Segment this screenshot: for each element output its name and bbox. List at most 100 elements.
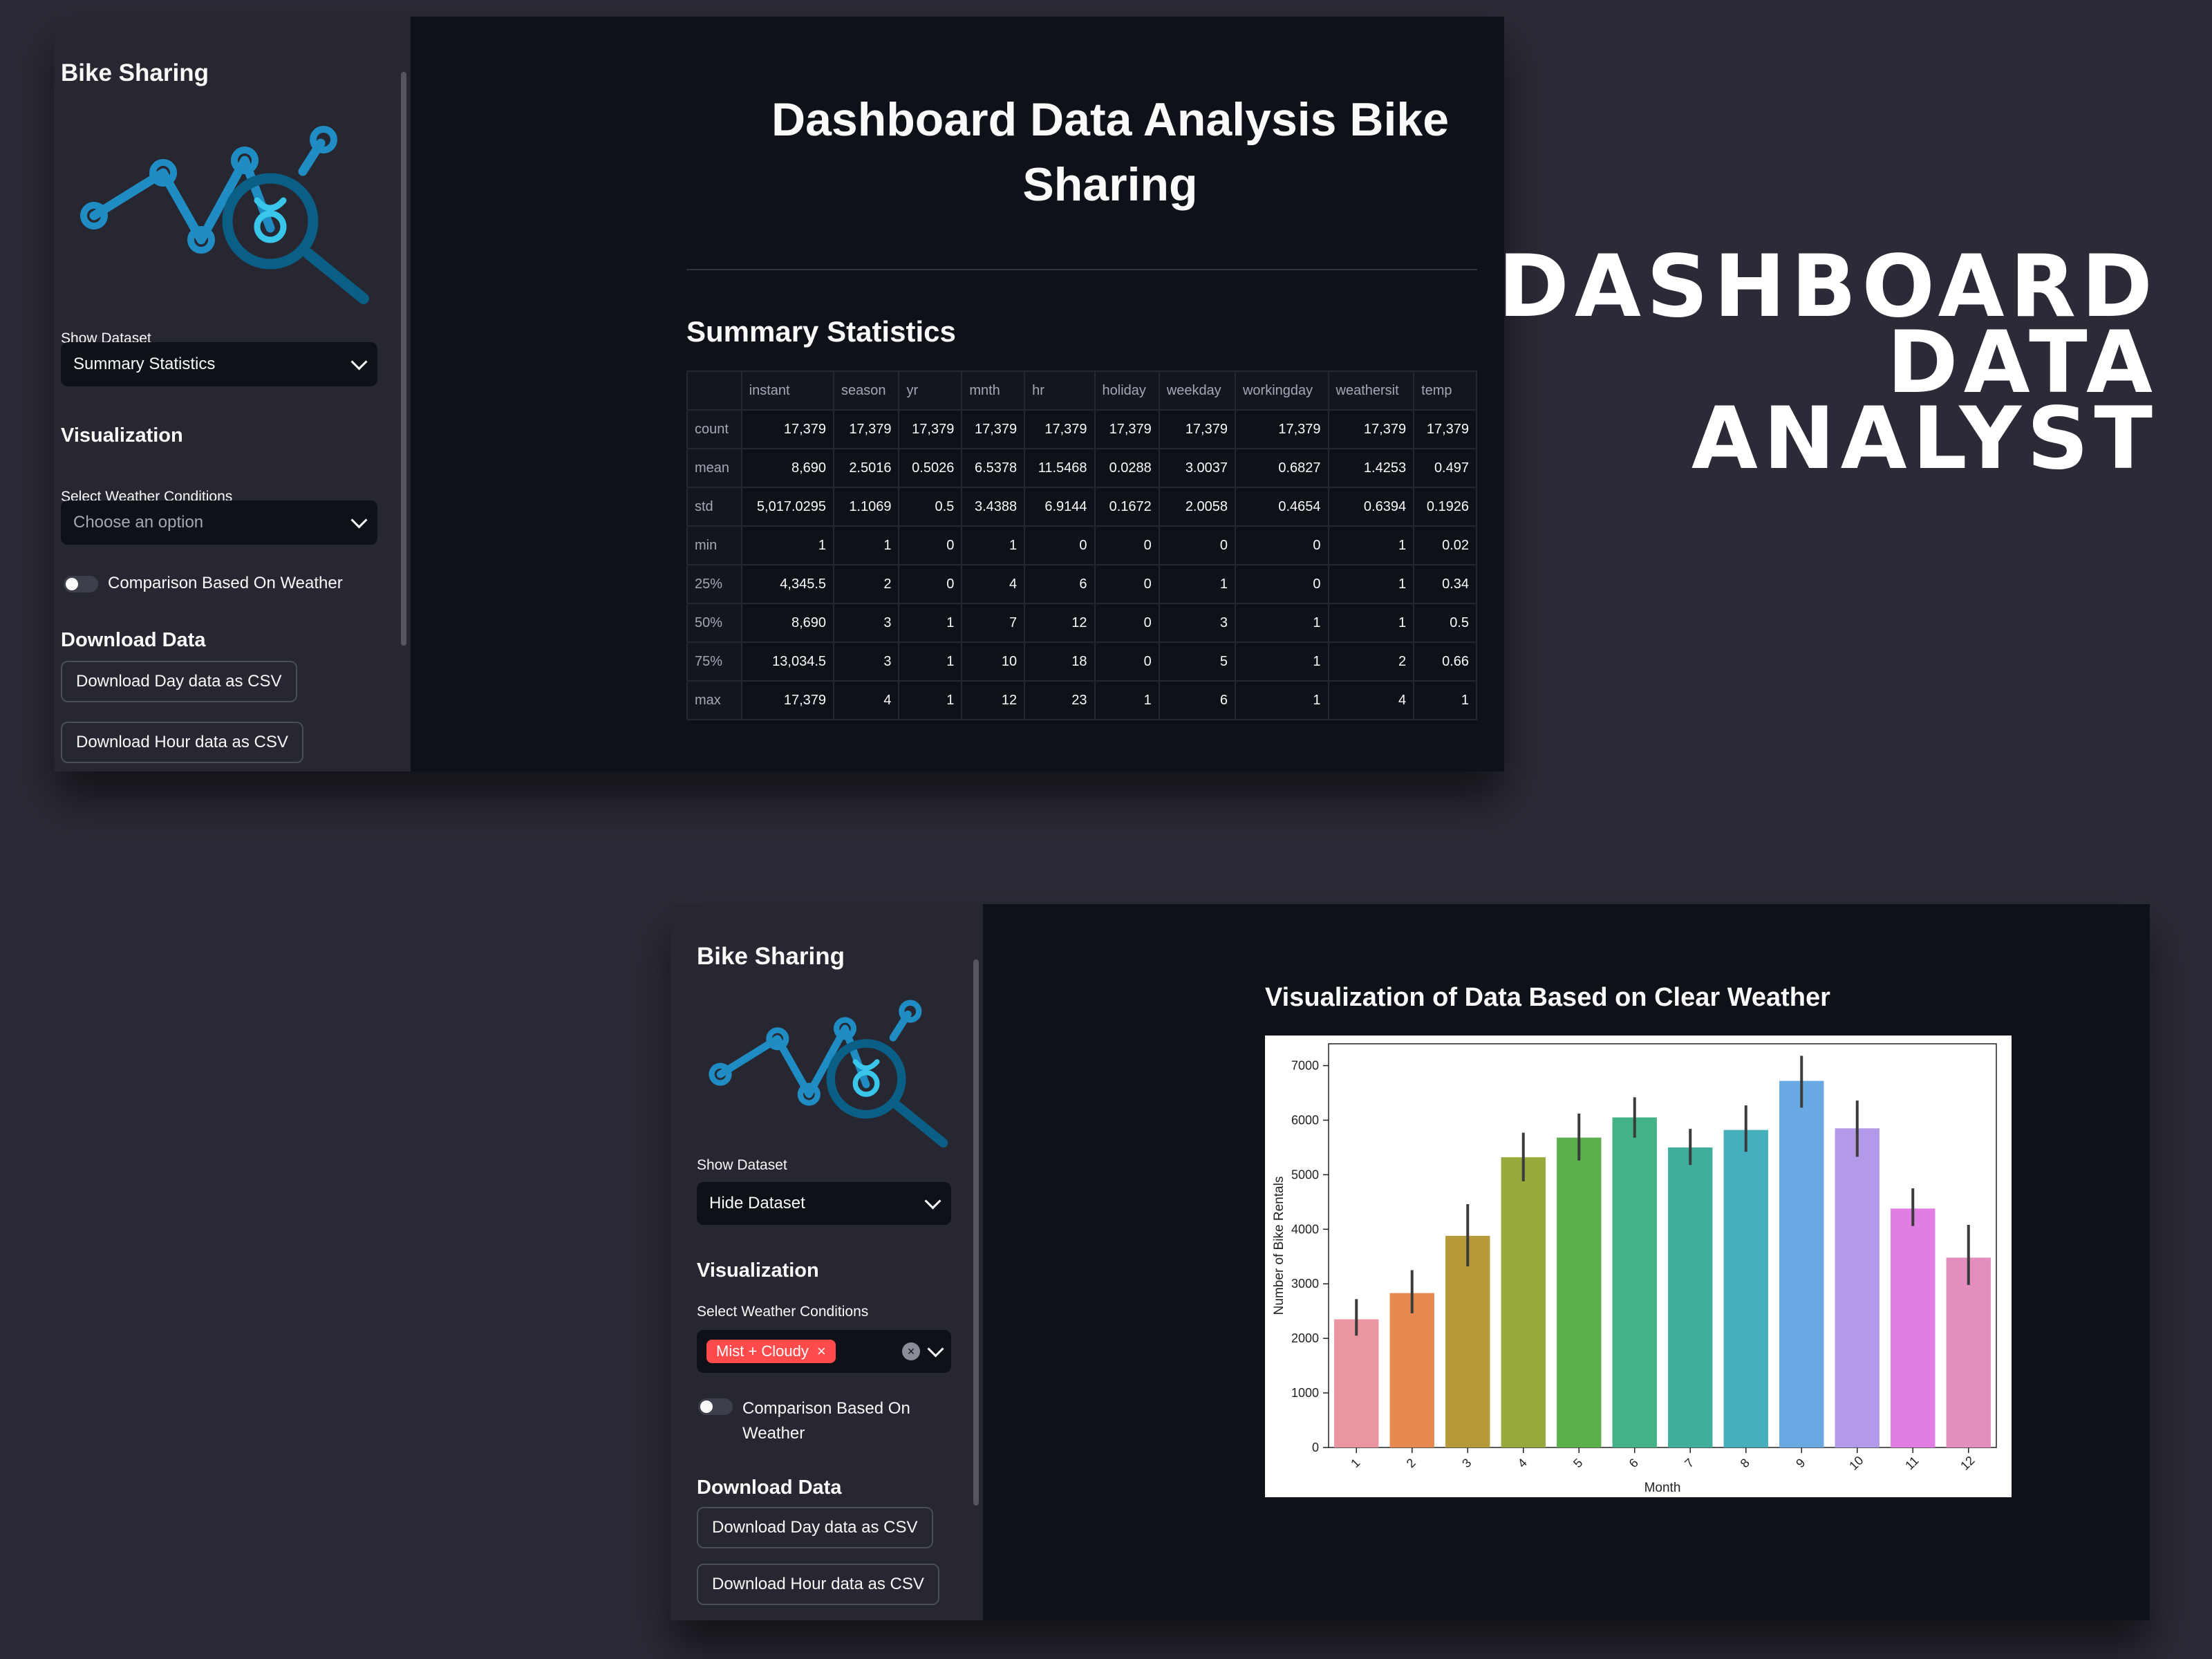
row-header: 25% — [686, 564, 742, 604]
bar-month-7 — [1668, 1147, 1713, 1447]
table-header[interactable]: season — [833, 371, 900, 411]
table-cell: 1 — [1234, 680, 1329, 720]
table-header[interactable]: weathersit — [1327, 371, 1415, 411]
x-tick-label: 2 — [1404, 1456, 1418, 1470]
table-cell: 1 — [1327, 525, 1415, 565]
comparison-toggle[interactable]: Comparison Based On Weather — [64, 574, 343, 593]
toggle-switch[interactable] — [64, 576, 98, 592]
x-tick-label: 10 — [1846, 1453, 1866, 1472]
toggle-knob — [66, 578, 78, 590]
chip-remove-icon[interactable]: × — [817, 1342, 826, 1360]
download-hour-button[interactable]: Download Hour data as CSV — [61, 722, 303, 763]
analytics-magnifier-logo — [709, 1000, 948, 1148]
show-dataset-select[interactable]: Hide Dataset — [697, 1182, 951, 1225]
table-cell: 17,379 — [1413, 409, 1477, 449]
table-cell: 0 — [1024, 525, 1096, 565]
comparison-toggle[interactable]: Comparison Based On Weather — [698, 1396, 910, 1446]
table-cell: 17,379 — [1094, 409, 1160, 449]
top-app-window: Bike Sharing Show Dataset Summary Statis… — [54, 17, 1504, 771]
table-cell: 0 — [1094, 525, 1160, 565]
weather-chip[interactable]: Mist + Cloudy × — [706, 1340, 836, 1363]
table-header[interactable]: workingday — [1234, 371, 1329, 411]
row-header: min — [686, 525, 742, 565]
summary-statistics-table: instant season yr mnth hr holiday weekda… — [686, 371, 1477, 720]
table-header[interactable]: yr — [898, 371, 963, 411]
table-cell: 1 — [1158, 564, 1236, 604]
table-header[interactable]: temp — [1413, 371, 1477, 411]
weather-conditions-select[interactable]: Choose an option — [61, 500, 377, 545]
x-tick-label: 6 — [1627, 1456, 1641, 1470]
show-dataset-value: Summary Statistics — [73, 355, 216, 373]
table-cell: 0.1672 — [1094, 487, 1160, 527]
table-header[interactable] — [686, 371, 742, 411]
table-cell: 23 — [1024, 680, 1096, 720]
bar-month-9 — [1779, 1080, 1824, 1447]
download-day-button[interactable]: Download Day data as CSV — [697, 1507, 933, 1548]
download-hour-button[interactable]: Download Hour data as CSV — [697, 1564, 939, 1605]
table-header[interactable]: holiday — [1094, 371, 1160, 411]
chart-container: 0 1000 2000 3000 4000 5000 6000 7000 1 2 3 4 5 6 7 8 9 10… — [1265, 1035, 2012, 1497]
table-cell: 4,345.5 — [740, 564, 835, 604]
table-cell: 3 — [1158, 603, 1236, 643]
x-tick-label: 12 — [1958, 1453, 1977, 1472]
headline: DASHBOARD DATA ANALYST — [1498, 244, 2158, 482]
table-cell: 3.4388 — [961, 487, 1026, 527]
toggle-switch[interactable] — [698, 1398, 733, 1415]
x-axis-label: Month — [1644, 1481, 1681, 1495]
table-cell: 0.34 — [1413, 564, 1477, 604]
table-cell: 3.0037 — [1158, 448, 1236, 488]
sidebar-scrollbar[interactable] — [401, 72, 406, 646]
table-cell: 1 — [833, 525, 900, 565]
bar-month-4 — [1501, 1157, 1546, 1447]
table-cell: 1.4253 — [1327, 448, 1415, 488]
table-header[interactable]: instant — [740, 371, 835, 411]
sidebar-app-title: Bike Sharing — [697, 943, 845, 970]
toggle-knob — [700, 1400, 713, 1413]
x-tick-label: 3 — [1459, 1456, 1474, 1470]
table-cell: 17,379 — [1158, 409, 1236, 449]
weather-conditions-label: Select Weather Conditions — [697, 1304, 869, 1320]
table-cell: 11.5468 — [1024, 448, 1096, 488]
table-row: max 17,379 4 1 12 23 1 6 1 4 1 — [686, 680, 1477, 720]
show-dataset-select[interactable]: Summary Statistics — [61, 342, 377, 386]
comparison-toggle-label: Comparison Based On Weather — [742, 1396, 910, 1446]
table-cell: 0 — [1094, 641, 1160, 682]
table-body: count 17,379 17,379 17,379 17,379 17,379 17,37… — [686, 409, 1477, 720]
table-cell: 6.9144 — [1024, 487, 1096, 527]
table-row: 75% 13,034.5 3 1 10 18 0 5 1 2 0.66 — [686, 641, 1477, 682]
analytics-magnifier-logo — [80, 126, 369, 304]
table-row: 25% 4,345.5 2 0 4 6 0 1 0 1 0.34 — [686, 564, 1477, 604]
bar-month-5 — [1557, 1137, 1602, 1447]
table-cell: 2 — [1327, 641, 1415, 682]
clear-selection-icon[interactable]: × — [902, 1342, 920, 1360]
chevron-down-icon — [350, 511, 368, 529]
table-cell: 2.5016 — [833, 448, 900, 488]
table-cell: 17,379 — [1024, 409, 1096, 449]
x-tick-label: 1 — [1348, 1456, 1362, 1470]
table-header[interactable]: weekday — [1158, 371, 1236, 411]
page-title: Dashboard Data Analysis Bike Sharing — [771, 93, 1450, 211]
table-cell: 8,690 — [740, 603, 835, 643]
title-divider — [686, 269, 1477, 270]
table-header[interactable]: mnth — [961, 371, 1026, 411]
table-cell: 1 — [1413, 680, 1477, 720]
table-cell: 2.0058 — [1158, 487, 1236, 527]
bar-month-11 — [1891, 1208, 1936, 1447]
sidebar: Bike Sharing Show Dataset Summary Statis… — [54, 17, 411, 771]
table-cell: 17,379 — [740, 680, 835, 720]
download-day-button[interactable]: Download Day data as CSV — [61, 661, 297, 702]
chevron-down-icon — [350, 353, 368, 371]
table-cell: 0 — [1234, 525, 1329, 565]
table-cell: 0.6827 — [1234, 448, 1329, 488]
table-cell: 0 — [1094, 564, 1160, 604]
table-cell: 0 — [898, 564, 963, 604]
row-header: 75% — [686, 641, 742, 682]
table-cell: 1 — [898, 680, 963, 720]
bar-month-3 — [1445, 1235, 1490, 1447]
sidebar-scrollbar[interactable] — [973, 959, 979, 1506]
y-tick-label: 0 — [1312, 1441, 1319, 1454]
table-header[interactable]: hr — [1024, 371, 1096, 411]
row-header: count — [686, 409, 742, 449]
weather-conditions-select[interactable]: Mist + Cloudy × × — [697, 1330, 951, 1373]
row-header: mean — [686, 448, 742, 488]
